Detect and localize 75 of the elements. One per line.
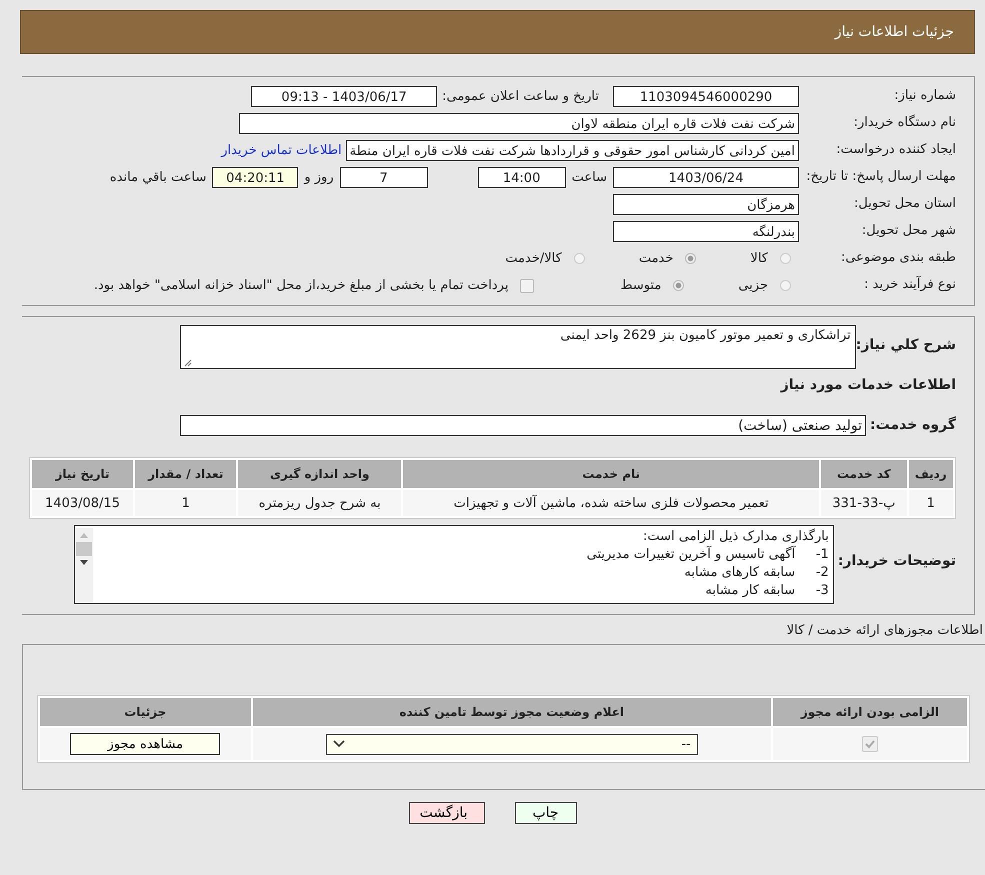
scroll-thumb[interactable]	[76, 542, 92, 556]
print-button[interactable]: چاپ	[514, 802, 576, 824]
field-label: مهلت ارسال پاسخ: تا تاریخ:	[805, 170, 957, 185]
checkbox[interactable]	[520, 278, 534, 292]
table-cell: تعمیر محصولات فلزی ساخته شده، ماشین آلات و تجهیزات	[403, 490, 820, 516]
radio-button[interactable]	[574, 253, 585, 264]
province-field: هرمزگان	[613, 194, 799, 215]
note-line: 2- سابقه کارهای مشابه	[683, 564, 829, 582]
table-cell: 1403/08/15	[32, 490, 134, 516]
column-header: ردیف	[908, 460, 953, 488]
table-cell: 1	[135, 490, 236, 516]
field-label: نوع فرآیند خرید :	[863, 278, 957, 293]
view-license-button[interactable]: مشاهده مجوز	[70, 733, 220, 755]
buyer-notes-textarea[interactable]: بارگذاری مدارک ذیل الزامی است: 1- آگهی تاسیس و آخرین تغییرات مدیریتی 2- سابقه کارهای مشابه 3- سابقه کار مشابه	[74, 525, 834, 604]
field-label: طبقه بندی موضوعی:	[840, 251, 957, 266]
table-cell: به شرح جدول ریزمتره	[238, 490, 402, 516]
radio-button[interactable]	[673, 280, 684, 291]
column-header: جزئیات	[40, 698, 251, 726]
radio-label: جزیی	[738, 278, 768, 293]
buyer-contact-link[interactable]: اطلاعات تماس خریدار	[221, 143, 342, 158]
need-number-field: 1103094546000290	[613, 86, 799, 107]
field-label: استان محل تحویل:	[853, 197, 957, 212]
note-line: 3- سابقه کار مشابه	[704, 582, 829, 600]
deadline-date-field: 1403/06/24	[613, 167, 799, 188]
checkbox[interactable]	[862, 736, 878, 752]
days-field: 7	[340, 167, 428, 188]
column-header: تاریخ نیاز	[32, 460, 134, 488]
announce-date-field: 1403/06/17 - 09:13	[251, 86, 438, 107]
scrollbar[interactable]	[74, 528, 93, 603]
table-cell: پ-33-331	[821, 490, 907, 516]
scroll-up-icon[interactable]	[80, 532, 88, 538]
radio-button[interactable]	[780, 280, 791, 291]
section-heading: اطلاعات مجوزهای ارائه خدمت / کالا	[786, 623, 984, 638]
field-label: نام دستگاه خریدار:	[852, 116, 957, 131]
days-label: روز و	[304, 170, 334, 185]
chevron-down-icon	[332, 740, 345, 748]
field-label: ایجاد کننده درخواست:	[835, 143, 957, 158]
treasury-note: پرداخت تمام یا بخشی از مبلغ خرید،از محل "اسناد خزانه اسلامی" خواهد بود.	[94, 278, 508, 293]
back-button[interactable]: بازگشت	[408, 802, 484, 824]
radio-label: کالا/خدمت	[505, 251, 562, 266]
column-header: نام خدمت	[403, 460, 820, 488]
column-header: اعلام وضعیت مجوز توسط تامین کننده	[252, 698, 771, 726]
radio-button[interactable]	[780, 253, 791, 264]
service-group-field: تولید صنعتی (ساخت)	[180, 414, 866, 436]
scroll-down-icon[interactable]	[80, 560, 88, 566]
table-cell: 1	[908, 490, 953, 516]
column-header: الزامی بودن ارائه مجوز	[772, 698, 967, 726]
description-text: تراشکاری و تعمیر موتور کامیون بنز 2629 واحد ایمنی	[560, 328, 851, 343]
section-heading: اطلاعات خدمات مورد نیاز	[779, 376, 957, 395]
radio-button[interactable]	[685, 253, 696, 264]
note-line: 1- آگهی تاسیس و آخرین تغییرات مدیریتی	[586, 546, 829, 564]
note-line: بارگذاری مدارک ذیل الزامی است:	[642, 528, 829, 546]
description-textarea[interactable]: تراشکاری و تعمیر موتور کامیون بنز 2629 واحد ایمنی	[180, 325, 856, 369]
column-header: کد خدمت	[821, 460, 907, 488]
field-label: شرح کلي نیاز:	[854, 337, 957, 353]
time-label: ساعت	[572, 170, 607, 185]
radio-label: متوسط	[620, 278, 662, 293]
status-dropdown[interactable]: --	[326, 734, 698, 754]
radio-label: خدمت	[638, 251, 674, 266]
page-title: جزئیات اطلاعات نیاز	[834, 24, 954, 40]
deadline-time-field: 14:00	[478, 167, 566, 188]
remaining-time-field: 04:20:11	[212, 167, 298, 188]
field-label: تاریخ و ساعت اعلان عمومی:	[442, 89, 599, 104]
field-label: توضیحات خریدار:	[836, 553, 957, 569]
checkmark-icon	[864, 738, 876, 750]
requester-field: امین کردانی کارشناس امور حقوقی و قراردادها شرکت نفت فلات قاره ایران منطة	[346, 140, 799, 161]
column-header: واحد اندازه گیری	[238, 460, 402, 488]
field-label: شهر محل تحویل:	[860, 224, 957, 239]
city-field: بندرلنگه	[613, 221, 799, 242]
field-label: گروه خدمت:	[869, 417, 957, 433]
field-label: شماره نیاز:	[893, 89, 957, 104]
radio-label: کالا	[750, 251, 768, 266]
remaining-label: ساعت باقي مانده	[110, 170, 206, 185]
column-header: تعداد / مقدار	[135, 460, 236, 488]
buyer-org-field: شرکت نفت فلات قاره ایران منطقه لاوان	[239, 113, 799, 134]
